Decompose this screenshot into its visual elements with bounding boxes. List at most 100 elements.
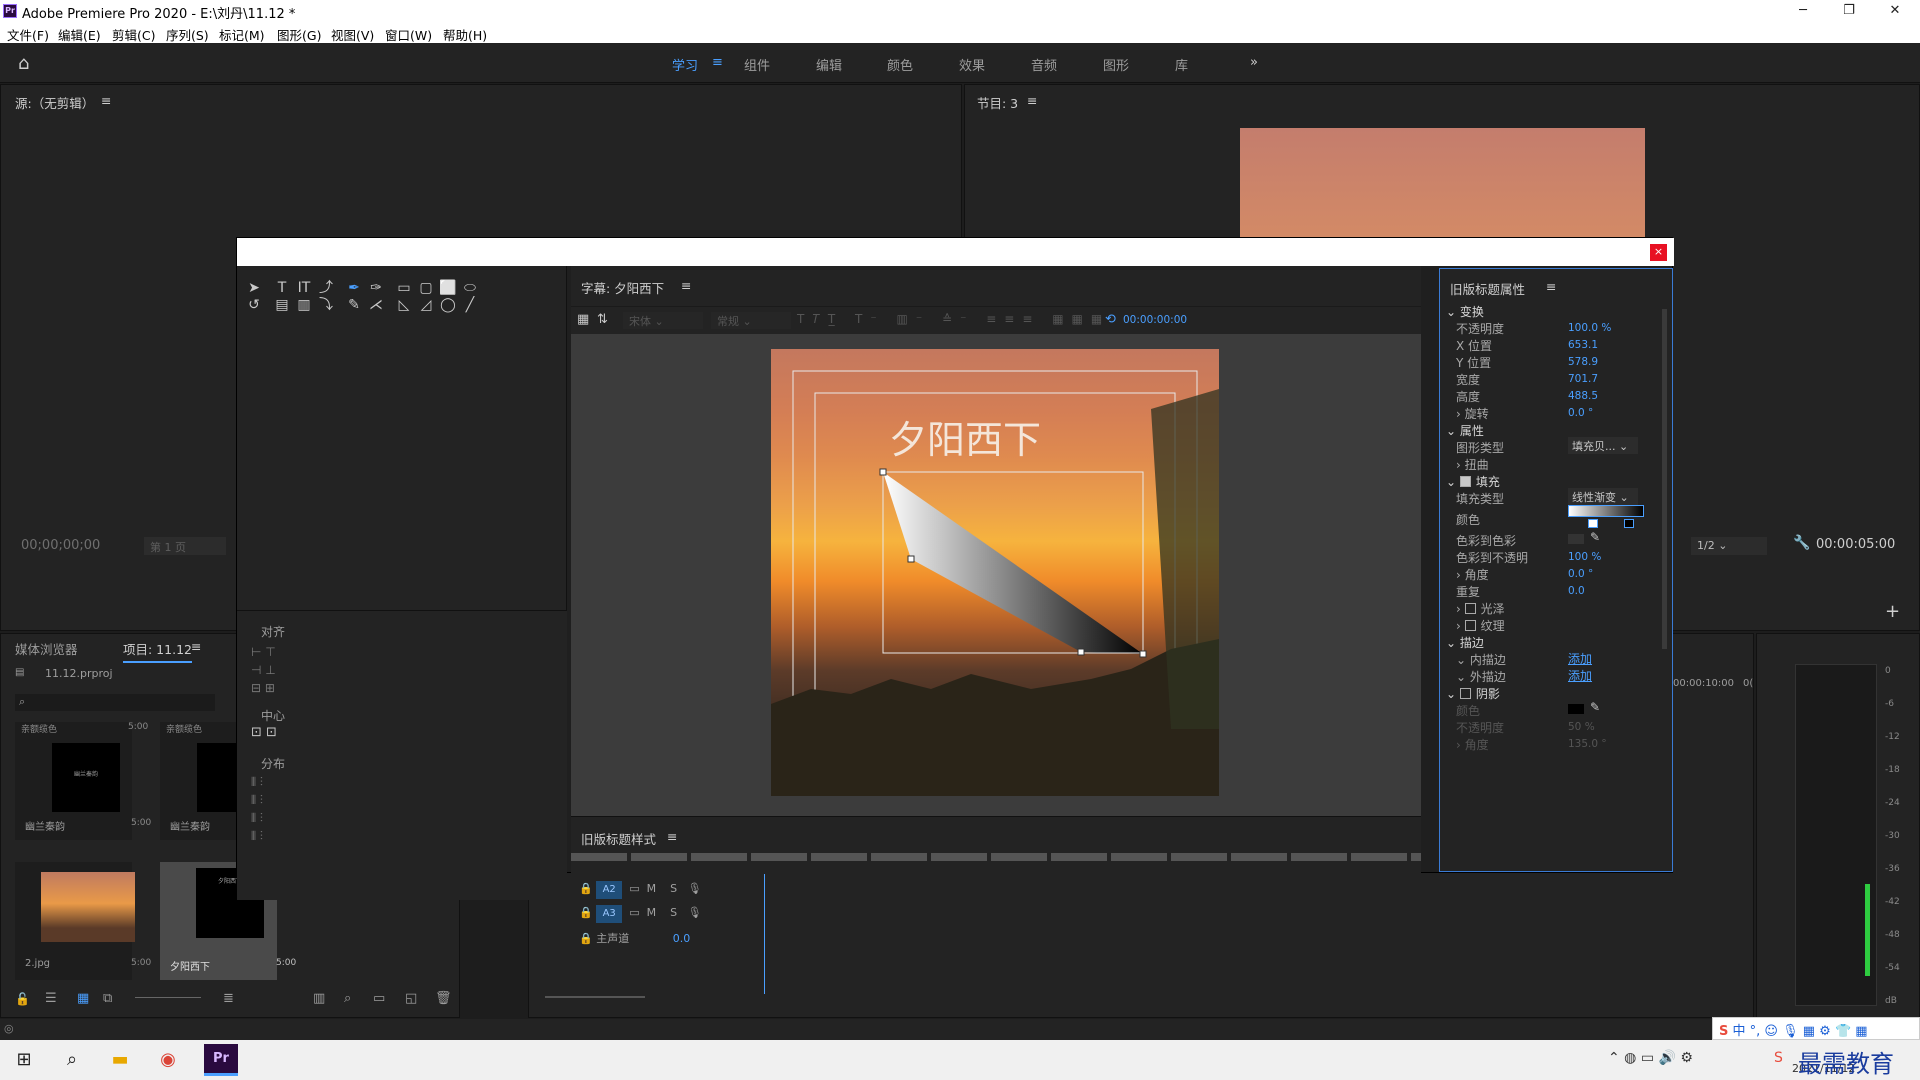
height-value[interactable]: 488.5: [1568, 390, 1598, 402]
ime-mode[interactable]: 中: [1733, 1024, 1746, 1039]
panel-menu-icon[interactable]: ≡: [191, 639, 201, 654]
rounded-rect-tool-icon[interactable]: ▢: [417, 279, 435, 297]
rotate-tool-icon[interactable]: ↺: [245, 296, 263, 314]
home-icon[interactable]: ⌂: [18, 53, 29, 74]
restore-button[interactable]: ❐: [1826, 0, 1872, 22]
minimize-button[interactable]: ─: [1780, 0, 1826, 22]
solo-button[interactable]: S: [670, 906, 677, 919]
y-position-value[interactable]: 578.9: [1568, 356, 1598, 368]
new-item-icon[interactable]: ◱: [405, 991, 417, 1006]
panel-menu-icon[interactable]: ≡: [1027, 93, 1037, 108]
icon-view-icon[interactable]: ▦: [77, 991, 89, 1006]
font-family-select[interactable]: 宋体 ⌄: [623, 312, 703, 329]
dialog-close-button[interactable]: ×: [1650, 244, 1667, 261]
selection-tool-icon[interactable]: ➤: [245, 279, 263, 297]
workspace-assembly[interactable]: 组件: [744, 55, 770, 74]
section-attributes[interactable]: ⌄ 属性: [1446, 422, 1484, 439]
properties-scrollbar[interactable]: [1662, 309, 1667, 649]
gradient-stop-right[interactable]: [1624, 519, 1634, 528]
solo-button[interactable]: S: [670, 882, 677, 895]
menu-window[interactable]: 窗口(W): [385, 25, 432, 44]
close-window-button[interactable]: ✕: [1872, 0, 1918, 22]
source-page-select[interactable]: 第 1 页: [144, 537, 226, 555]
outer-stroke-label[interactable]: ⌄ 外描边: [1456, 668, 1506, 685]
workspace-editing[interactable]: 编辑: [816, 55, 842, 74]
arc-tool-icon[interactable]: ◿: [417, 296, 435, 314]
background-timecode[interactable]: 00:00:00:00: [1123, 314, 1187, 326]
align-buttons[interactable]: ⊢ ⊤ ⊣ ⊥ ⊟ ⊞: [251, 643, 276, 697]
convert-anchor-tool-icon[interactable]: ⋌: [367, 296, 385, 314]
menu-view[interactable]: 视图(V): [331, 25, 374, 44]
shadow-color-swatch[interactable]: [1568, 704, 1584, 714]
tab-media-browser[interactable]: 媒体浏览器: [15, 639, 78, 658]
sheen-row[interactable]: › 光泽: [1456, 600, 1505, 617]
width-value[interactable]: 701.7: [1568, 373, 1598, 385]
playhead[interactable]: [764, 864, 765, 994]
menu-sequence[interactable]: 序列(S): [166, 25, 209, 44]
path-type-tool-icon[interactable]: ⤴: [317, 279, 335, 297]
menu-edit[interactable]: 编辑(E): [58, 25, 101, 44]
workspace-effects[interactable]: 效果: [959, 55, 985, 74]
rounded-ellipse-tool-icon[interactable]: ⬭: [461, 279, 479, 297]
workspace-learn[interactable]: 学习: [672, 55, 698, 74]
shape-type-select[interactable]: 填充贝... ⌄: [1568, 437, 1638, 454]
vertical-area-type-tool-icon[interactable]: ▥: [295, 296, 313, 314]
wrench-icon[interactable]: 🔧: [1793, 535, 1810, 551]
workspace-color[interactable]: 颜色: [887, 55, 913, 74]
section-fill[interactable]: ⌄ 填充: [1446, 473, 1500, 490]
tray-icons[interactable]: ⌃ ◍ ▭ 🔊 ⚙: [1608, 1050, 1693, 1066]
canvas-title-text[interactable]: 夕阳西下: [889, 409, 1041, 464]
rotation-label[interactable]: › 旋转: [1456, 405, 1489, 422]
workspace-libraries[interactable]: 库: [1175, 55, 1188, 74]
vertical-path-type-tool-icon[interactable]: ⤵: [317, 296, 335, 314]
rectangle-tool-icon[interactable]: ▭: [395, 279, 413, 297]
tab-project[interactable]: 项目: 11.12: [123, 639, 192, 663]
x-position-value[interactable]: 653.1: [1568, 339, 1598, 351]
color-swatch[interactable]: [1568, 534, 1584, 544]
panel-menu-icon[interactable]: ≡: [667, 829, 677, 844]
texture-row[interactable]: › 纹理: [1456, 617, 1505, 634]
eyedropper-icon[interactable]: ✎: [1590, 700, 1600, 714]
menu-help[interactable]: 帮助(H): [443, 25, 487, 44]
distort-label[interactable]: › 扭曲: [1456, 456, 1489, 473]
mute-button[interactable]: M: [647, 882, 657, 895]
panel-menu-icon[interactable]: ≡: [1546, 279, 1556, 294]
add-anchor-tool-icon[interactable]: ✎: [345, 296, 363, 314]
repeat-value[interactable]: 0.0: [1568, 585, 1585, 597]
premiere-taskbar-icon[interactable]: Pr: [204, 1044, 238, 1076]
ime-toolbar[interactable]: S 中 °, ☺ 🎙 ▦ ⚙ 👕 ▦: [1712, 1017, 1920, 1040]
workspace-more-icon[interactable]: »: [1250, 55, 1258, 70]
angle-label[interactable]: › 角度: [1456, 566, 1489, 583]
section-transform[interactable]: ⌄ 变换: [1446, 303, 1484, 320]
project-item[interactable]: 亲额缆色 5:00 幽兰秦韵 幽兰秦韵 5:00: [15, 722, 151, 840]
gradient-stop-left[interactable]: [1588, 519, 1598, 528]
sort-icon[interactable]: ≣: [223, 991, 234, 1006]
file-explorer-icon[interactable]: ▬: [104, 1045, 136, 1075]
pen-tool-icon[interactable]: ✒: [345, 279, 363, 297]
text-style-buttons[interactable]: T𝑇T̲ T⁻ ▥⁻ ≙⁻ ≡≡≡ ▦▦▦: [797, 312, 1110, 327]
titler-stage[interactable]: 夕阳西下: [571, 334, 1421, 816]
workspace-menu-icon[interactable]: ≡: [712, 55, 723, 70]
type-tool-icon[interactable]: T: [273, 279, 291, 297]
delete-anchor-tool-icon[interactable]: ✑: [367, 279, 385, 297]
menu-clip[interactable]: 剪辑(C): [112, 25, 155, 44]
menu-marker[interactable]: 标记(M): [219, 25, 265, 44]
clipped-rect-tool-icon[interactable]: ⬜: [439, 279, 457, 297]
color-to-opacity-value[interactable]: 100 %: [1568, 551, 1601, 563]
background-video-icon[interactable]: ⟲: [1105, 312, 1116, 327]
center-buttons[interactable]: ⊡ ⊡: [251, 725, 277, 740]
list-view-icon[interactable]: ☰: [45, 991, 57, 1006]
shadow-checkbox[interactable]: [1459, 688, 1471, 699]
wedge-tool-icon[interactable]: ◺: [395, 296, 413, 314]
track-a3-label[interactable]: A3: [596, 905, 623, 923]
opacity-value[interactable]: 100.0 %: [1568, 322, 1611, 334]
timeline-zoom-scrollbar[interactable]: [545, 996, 645, 998]
workspace-audio[interactable]: 音频: [1031, 55, 1057, 74]
section-stroke[interactable]: ⌄ 描边: [1446, 634, 1484, 651]
track-a3[interactable]: 🔒 A3 ▭ M S 🎙: [579, 905, 702, 925]
distribute-buttons[interactable]: ⫴ ⫶ ⫴ ⫶ ⫴ ⫶ ⫴ ⫶: [251, 773, 263, 845]
ellipse-tool-icon[interactable]: ◯: [439, 296, 457, 314]
add-outer-stroke-link[interactable]: 添加: [1568, 667, 1592, 684]
panel-menu-icon[interactable]: ≡: [681, 278, 691, 293]
sogou-icon[interactable]: S: [1774, 1050, 1783, 1066]
